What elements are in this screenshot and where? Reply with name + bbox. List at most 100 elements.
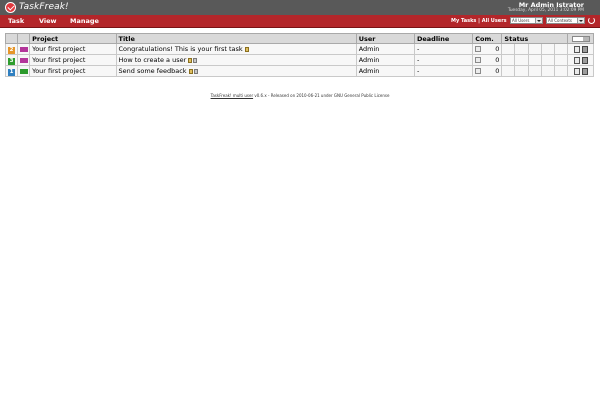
chevron-down-icon — [535, 18, 542, 23]
comments-cell: 0 — [472, 43, 503, 55]
status-step-5[interactable] — [553, 54, 568, 66]
table-row[interactable]: 2 Your first project Congratulations! Th… — [4, 43, 595, 55]
comments-cell: 0 — [472, 54, 503, 66]
header-context — [17, 33, 31, 44]
status-step-2[interactable] — [514, 54, 529, 66]
comment-icon[interactable] — [475, 68, 482, 74]
toggle-icon[interactable] — [572, 35, 591, 42]
comment-count: 0 — [495, 67, 500, 75]
priority-cell: 2 — [4, 43, 19, 55]
status-step-3[interactable] — [527, 54, 542, 66]
header-comments[interactable]: Com. — [472, 33, 503, 44]
trash-icon[interactable] — [582, 56, 589, 64]
all-users-link[interactable]: All Users — [482, 18, 507, 24]
footer: TaskFreak! multi user v0.6.x - Released … — [0, 93, 600, 98]
user-cell: Admin — [355, 65, 415, 77]
current-date-time: Tuesday, April 05, 2011 3:02:09 PM — [507, 8, 584, 13]
status-step-4[interactable] — [540, 65, 555, 77]
menu-view[interactable]: View — [39, 17, 57, 25]
top-bar: TaskFreak! Mr Admin Istrator Tuesday, Ap… — [0, 0, 600, 15]
refresh-icon[interactable] — [588, 17, 595, 24]
context-swatch — [20, 68, 29, 74]
status-step-1[interactable] — [501, 43, 516, 55]
lock-icon — [193, 57, 198, 63]
priority-badge: 3 — [8, 57, 15, 65]
header-title[interactable]: Title — [115, 33, 357, 44]
comments-cell: 0 — [472, 65, 503, 77]
status-step-3[interactable] — [527, 43, 542, 55]
my-tasks-link[interactable]: My Tasks — [451, 18, 476, 24]
note-icon — [188, 68, 193, 74]
status-step-5[interactable] — [553, 65, 568, 77]
edit-icon[interactable] — [574, 45, 581, 53]
taskfreak-link[interactable]: TaskFreak! multi user — [211, 93, 254, 98]
trash-icon[interactable] — [582, 45, 589, 53]
deadline-cell: - — [413, 54, 474, 66]
priority-cell: 3 — [4, 54, 19, 66]
table-header-row: Project Title User Deadline Com. Status — [4, 33, 595, 44]
app-logo-text: TaskFreak! — [19, 2, 69, 12]
status-step-2[interactable] — [514, 43, 529, 55]
comment-count: 0 — [495, 45, 500, 53]
title-cell[interactable]: Send some feedback — [115, 65, 357, 77]
title-cell[interactable]: How to create a user — [115, 54, 357, 66]
context-cell — [17, 65, 31, 77]
status-step-2[interactable] — [514, 65, 529, 77]
context-cell — [17, 43, 31, 55]
footer-text: v0.6.x - Released on 2010-06-21 under GN… — [253, 93, 390, 98]
lock-icon — [193, 68, 198, 74]
header-project[interactable]: Project — [29, 33, 117, 44]
table-row[interactable]: 1 Your first project Send some feedback … — [4, 65, 595, 77]
edit-icon[interactable] — [574, 56, 581, 64]
edit-icon[interactable] — [574, 67, 581, 75]
project-cell: Your first project — [29, 43, 117, 55]
comment-icon[interactable] — [475, 46, 482, 52]
header-status[interactable]: Status — [501, 33, 568, 44]
user-cell: Admin — [355, 43, 415, 55]
menu-task[interactable]: Task — [8, 17, 24, 25]
table-row[interactable]: 3 Your first project How to create a use… — [4, 54, 595, 66]
users-select-value: All Users — [512, 18, 530, 23]
priority-badge: 1 — [8, 68, 15, 76]
note-icon — [188, 57, 193, 63]
menu-manage[interactable]: Manage — [70, 17, 99, 25]
link-separator: | — [478, 18, 480, 24]
deadline-cell: - — [413, 43, 474, 55]
task-title-link[interactable]: Congratulations! This is your first task — [119, 45, 243, 53]
contexts-select-value: All Contexts — [548, 18, 572, 23]
status-step-4[interactable] — [540, 54, 555, 66]
chevron-down-icon — [577, 18, 584, 23]
user-cell: Admin — [355, 54, 415, 66]
header-actions — [566, 33, 595, 44]
status-step-3[interactable] — [527, 65, 542, 77]
task-filter-links: My Tasks | All Users — [451, 18, 507, 24]
status-step-1[interactable] — [501, 54, 516, 66]
status-step-4[interactable] — [540, 43, 555, 55]
project-cell: Your first project — [29, 54, 117, 66]
actions-cell — [566, 54, 595, 66]
header-priority — [4, 33, 19, 44]
context-cell — [17, 54, 31, 66]
header-user[interactable]: User — [355, 33, 415, 44]
menu-bar: Task View Manage My Tasks | All Users Al… — [0, 15, 600, 28]
task-title-link[interactable]: How to create a user — [119, 56, 187, 64]
header-deadline[interactable]: Deadline — [413, 33, 474, 44]
actions-cell — [566, 65, 595, 77]
comment-count: 0 — [495, 56, 500, 64]
task-table: Project Title User Deadline Com. Status … — [4, 33, 595, 77]
priority-cell: 1 — [4, 65, 19, 77]
context-swatch — [20, 57, 29, 63]
priority-badge: 2 — [8, 46, 15, 54]
status-step-1[interactable] — [501, 65, 516, 77]
note-icon — [244, 46, 249, 52]
trash-icon[interactable] — [582, 67, 589, 75]
title-cell[interactable]: Congratulations! This is your first task — [115, 43, 357, 55]
status-step-5[interactable] — [553, 43, 568, 55]
users-select[interactable]: All Users — [510, 17, 543, 24]
project-cell: Your first project — [29, 65, 117, 77]
task-title-link[interactable]: Send some feedback — [119, 67, 187, 75]
deadline-cell: - — [413, 65, 474, 77]
context-swatch — [20, 46, 29, 52]
comment-icon[interactable] — [475, 57, 482, 63]
contexts-select[interactable]: All Contexts — [546, 17, 585, 24]
